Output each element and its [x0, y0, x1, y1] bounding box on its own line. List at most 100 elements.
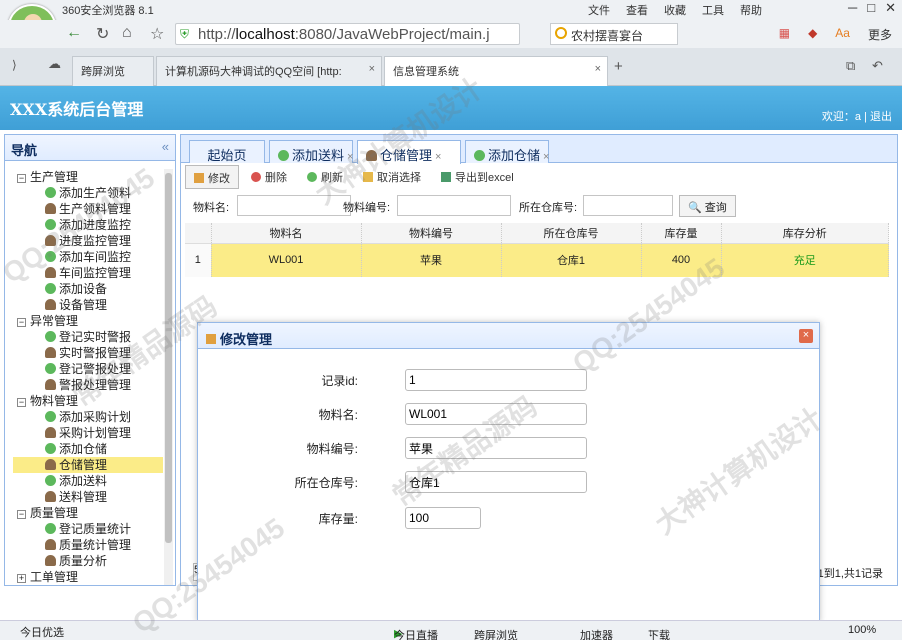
tab-close-icon[interactable]: ×: [543, 151, 549, 163]
refresh-button[interactable]: 刷新: [299, 165, 351, 189]
tree-item[interactable]: 登记质量统计: [5, 521, 165, 537]
menu-view[interactable]: 查看: [626, 2, 648, 18]
tree-item[interactable]: 车间监控管理: [5, 265, 165, 281]
tree-item[interactable]: 登记实时警报: [5, 329, 165, 345]
grid-header[interactable]: 物料名: [211, 223, 362, 244]
warehouse-field[interactable]: [405, 471, 587, 493]
user-icon: [366, 150, 377, 161]
tab-storage-manage[interactable]: 仓储管理 ×: [357, 140, 461, 164]
tree-item[interactable]: 采购计划管理: [5, 425, 165, 441]
form-row-qty: 库存量:: [198, 507, 818, 529]
tree-group-quality[interactable]: − 质量管理: [5, 505, 165, 521]
filter-store-input[interactable]: [583, 195, 673, 216]
tab-add-storage[interactable]: 添加仓储 ×: [465, 140, 549, 163]
more-button[interactable]: 更多: [868, 26, 892, 43]
grid-header[interactable]: 库存分析: [721, 223, 889, 244]
tree-item[interactable]: 添加生产领料: [5, 185, 165, 201]
tree-toggle-icon[interactable]: −: [17, 318, 26, 327]
edit-button[interactable]: 修改: [185, 165, 239, 189]
zoom-level[interactable]: 100%: [848, 624, 876, 636]
export-icon: [441, 172, 451, 182]
collapse-icon[interactable]: «: [162, 139, 169, 154]
search-box[interactable]: 农村摆喜宴台: [550, 23, 678, 45]
stock-qty-field[interactable]: [405, 507, 481, 529]
close-icon[interactable]: ✕: [885, 0, 896, 16]
tab-cross-screen[interactable]: 跨屏浏览: [72, 56, 154, 86]
minimize-icon[interactable]: ─: [848, 0, 857, 16]
tree-toggle-icon[interactable]: −: [17, 398, 26, 407]
restore-tabs-icon[interactable]: ⧉: [846, 58, 855, 74]
tree-item[interactable]: 质量统计管理: [5, 537, 165, 553]
tab-close-icon[interactable]: ×: [369, 63, 375, 75]
tree-group-material[interactable]: − 物料管理: [5, 393, 165, 409]
dialog-close-icon[interactable]: ×: [799, 329, 813, 343]
tree-item[interactable]: 添加车间监控: [5, 249, 165, 265]
tree-item[interactable]: 添加进度监控: [5, 217, 165, 233]
back-arrow-icon[interactable]: ←: [66, 24, 82, 42]
tab-close-icon[interactable]: ×: [435, 151, 441, 163]
table-row[interactable]: 1 WL001 苹果 仓库1 400 充足: [185, 243, 889, 277]
browser-status-bar: 今日优选 ▶ 今日直播 跨屏浏览 加速器 ↓ 下载 100%: [0, 620, 902, 640]
sidebar-toggle-icon[interactable]: ⟩: [12, 58, 17, 72]
app-header: XXX系统后台管理 欢迎：a | 退出: [0, 86, 902, 130]
daily-picks-link[interactable]: 今日优选: [20, 624, 64, 640]
filter-code-input[interactable]: [397, 195, 511, 216]
query-button[interactable]: 🔍 查询: [679, 195, 736, 217]
grid-header[interactable]: 物料编号: [361, 223, 502, 244]
tree-group-production[interactable]: − 生产管理: [5, 169, 165, 185]
tab-info-system[interactable]: 信息管理系统 ×: [384, 56, 608, 86]
grid-header[interactable]: 库存量: [641, 223, 722, 244]
tree-item[interactable]: 质量分析: [5, 553, 165, 569]
tree-item[interactable]: 添加送料: [5, 473, 165, 489]
address-url: http://localhost:8080/JavaWebProject/mai…: [198, 26, 490, 43]
translate-icon[interactable]: Aa: [835, 26, 850, 43]
menu-help[interactable]: 帮助: [740, 2, 762, 18]
tree-group-workorder[interactable]: + 工单管理: [5, 569, 165, 585]
tab-add-delivery[interactable]: 添加送料 ×: [269, 140, 353, 163]
material-name-field[interactable]: [405, 403, 587, 425]
tree-item[interactable]: 登记警报处理: [5, 361, 165, 377]
tree-item[interactable]: 生产领料管理: [5, 201, 165, 217]
tree-item[interactable]: 实时警报管理: [5, 345, 165, 361]
filter-name-input[interactable]: [237, 195, 351, 216]
apps-icon[interactable]: ▦: [779, 26, 790, 43]
sidebar-scrollbar[interactable]: [164, 169, 173, 585]
app-tab-bar: 起始页 添加送料 × 仓储管理 × 添加仓储 ×: [181, 135, 897, 164]
material-code-field[interactable]: [405, 437, 587, 459]
address-bar[interactable]: ⛨ http://localhost:8080/JavaWebProject/m…: [175, 23, 520, 45]
tree-item[interactable]: 警报处理管理: [5, 377, 165, 393]
tree-item[interactable]: 添加采购计划: [5, 409, 165, 425]
menu-tools[interactable]: 工具: [702, 2, 724, 18]
refresh-icon[interactable]: ↻: [96, 24, 109, 44]
new-tab-icon[interactable]: +: [614, 58, 623, 75]
home-icon[interactable]: ⌂: [122, 24, 132, 42]
menu-file[interactable]: 文件: [588, 2, 610, 18]
tree-group-exception[interactable]: − 异常管理: [5, 313, 165, 329]
tree-toggle-icon[interactable]: −: [17, 174, 26, 183]
tree-item[interactable]: 进度监控管理: [5, 233, 165, 249]
tree-item-selected[interactable]: 仓储管理: [13, 457, 163, 473]
cancel-selection-button[interactable]: 取消选择: [355, 165, 429, 189]
tree-item[interactable]: 添加设备: [5, 281, 165, 297]
tab-qq-zone[interactable]: 计算机源码大神调试的QQ空间 [http: ×: [156, 56, 382, 86]
tab-home[interactable]: 起始页: [189, 140, 265, 163]
tree-toggle-icon[interactable]: +: [17, 574, 26, 583]
tree-item[interactable]: 送料管理: [5, 489, 165, 505]
tab-close-icon[interactable]: ×: [595, 63, 601, 75]
delete-button[interactable]: 删除: [243, 165, 295, 189]
maximize-icon[interactable]: □: [867, 0, 875, 16]
export-excel-button[interactable]: 导出到excel: [433, 165, 522, 189]
grid-header[interactable]: 所在仓库号: [501, 223, 642, 244]
scrollbar-thumb[interactable]: [165, 173, 172, 543]
undo-icon[interactable]: ↶: [872, 58, 883, 74]
tree-toggle-icon[interactable]: −: [17, 510, 26, 519]
tree-item[interactable]: 设备管理: [5, 297, 165, 313]
logout-link[interactable]: 退出: [870, 111, 892, 123]
record-id-field[interactable]: [405, 369, 587, 391]
extension-icon[interactable]: ◆: [808, 26, 817, 43]
star-icon[interactable]: ☆: [150, 24, 164, 44]
cloud-icon[interactable]: ☁: [48, 56, 61, 72]
tab-close-icon[interactable]: ×: [347, 151, 353, 163]
menu-favorites[interactable]: 收藏: [664, 2, 686, 18]
tree-item[interactable]: 添加仓储: [5, 441, 165, 457]
